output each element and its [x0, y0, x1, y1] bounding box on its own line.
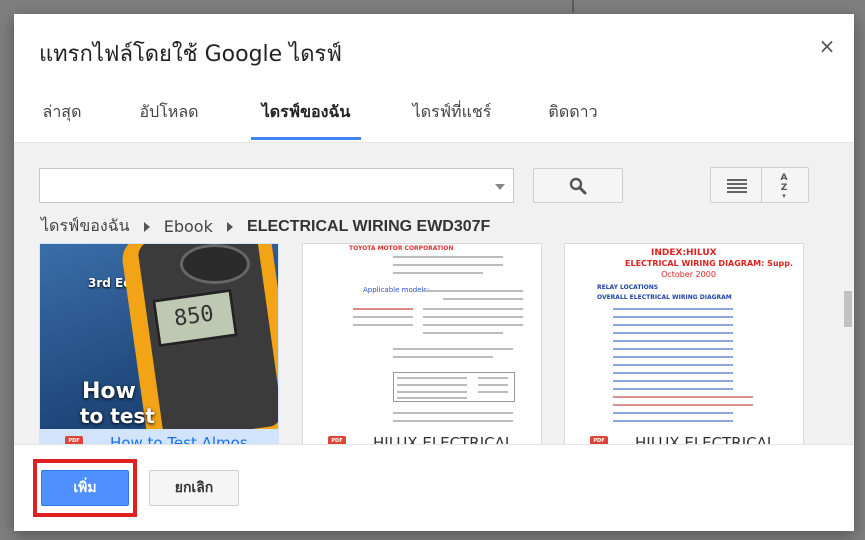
thumb-text: RELAY LOCATIONS: [597, 284, 659, 291]
thumb-text: October 2000: [661, 270, 716, 279]
doc-line: [613, 396, 753, 398]
close-icon[interactable]: ×: [817, 36, 837, 56]
file-card[interactable]: 3rd Edition 850 How to test PDF How to T…: [39, 243, 279, 444]
search-button[interactable]: [533, 168, 623, 203]
doc-line: [613, 388, 733, 390]
doc-line: [353, 324, 413, 326]
file-name: How to Test Almos: [110, 434, 248, 444]
list-view-icon: [727, 179, 747, 193]
doc-line: [393, 272, 483, 274]
doc-line: [423, 324, 523, 326]
doc-line: [613, 412, 733, 414]
doc-line: [393, 420, 513, 422]
doc-line: [613, 324, 733, 326]
doc-line: [423, 316, 523, 318]
doc-line: [353, 308, 413, 310]
breadcrumb-current-folder: ELECTRICAL WIRING EWD307F: [247, 217, 491, 235]
search-field[interactable]: [39, 168, 514, 203]
list-view-button[interactable]: [710, 167, 762, 203]
doc-line: [613, 420, 733, 422]
pdf-icon: PDF: [65, 436, 83, 444]
doc-line: [613, 340, 733, 342]
pdf-icon: PDF: [590, 436, 608, 444]
file-card[interactable]: INDEX:HILUX ELECTRICAL WIRING DIAGRAM: S…: [564, 243, 804, 444]
file-thumbnail: 3rd Edition 850 How to test: [40, 244, 278, 429]
thumb-text: to test: [80, 404, 155, 428]
doc-line: [613, 404, 753, 406]
thumb-text: INDEX:HILUX: [651, 248, 717, 258]
doc-line: [613, 372, 733, 374]
chevron-down-icon[interactable]: [495, 184, 505, 190]
tab-shared-drives[interactable]: ไดรฟ์ที่แชร์: [410, 92, 494, 144]
doc-line: [423, 308, 523, 310]
insert-button[interactable]: เพิ่ม: [41, 470, 129, 506]
thumb-text: ELECTRICAL WIRING DIAGRAM: Supp.: [625, 259, 794, 268]
file-label: PDF HILUX ELECTRICAL: [565, 430, 803, 444]
thumb-text: Applicable models:: [363, 286, 430, 294]
doc-line: [393, 256, 503, 258]
doc-line: [393, 412, 513, 414]
scrollbar-track[interactable]: [842, 243, 854, 444]
search-input[interactable]: [40, 169, 480, 202]
background-divider: [572, 0, 574, 12]
file-card[interactable]: TOYOTA MOTOR CORPORATION Applicable mode…: [302, 243, 542, 444]
doc-line: [423, 290, 523, 292]
file-label: PDF How to Test Almos: [40, 430, 278, 444]
dialog-title: แทรกไฟล์โดยใช้ Google ไดรฟ์: [39, 42, 342, 67]
cancel-button[interactable]: ยกเลิก: [149, 470, 239, 506]
doc-line: [613, 380, 733, 382]
breadcrumb-my-drive[interactable]: ไดรฟ์ของฉัน: [41, 214, 130, 239]
file-name: HILUX ELECTRICAL: [373, 434, 514, 444]
tab-starred[interactable]: ติดดาว: [547, 92, 599, 144]
scrollbar-thumb[interactable]: [844, 291, 852, 327]
doc-line: [393, 356, 493, 358]
search-icon: [569, 177, 587, 195]
dialog-footer: [14, 444, 854, 531]
doc-line: [613, 364, 733, 366]
insert-file-dialog: แทรกไฟล์โดยใช้ Google ไดรฟ์ × ล่าสุด อัป…: [14, 14, 854, 531]
breadcrumb-ebook[interactable]: Ebook: [164, 217, 213, 236]
doc-line: [613, 308, 733, 310]
doc-line: [423, 332, 503, 334]
tab-bar: ล่าสุด อัปโหลด ไดรฟ์ของฉัน ไดรฟ์ที่แชร์ …: [14, 92, 854, 144]
doc-line: [613, 316, 733, 318]
pdf-icon: PDF: [328, 436, 346, 444]
sort-button[interactable]: A Z ▾: [761, 167, 809, 203]
tab-recent[interactable]: ล่าสุด: [41, 92, 83, 144]
doc-line: [393, 264, 503, 266]
doc-line: [613, 348, 733, 350]
chevron-right-icon: [226, 221, 233, 232]
file-thumbnail: INDEX:HILUX ELECTRICAL WIRING DIAGRAM: S…: [565, 244, 803, 429]
chevron-right-icon: [143, 221, 150, 232]
thumb-text: TOYOTA MOTOR CORPORATION: [349, 245, 454, 252]
thumb-text: How: [82, 379, 136, 404]
file-name: HILUX ELECTRICAL: [635, 434, 776, 444]
tab-upload[interactable]: อัปโหลด: [136, 92, 202, 144]
sort-az-icon: A Z ▾: [780, 173, 788, 200]
doc-line: [613, 332, 733, 334]
doc-table: [393, 372, 515, 402]
thumb-text: OVERALL ELECTRICAL WIRING DIAGRAM: [597, 294, 732, 301]
file-thumbnail: TOYOTA MOTOR CORPORATION Applicable mode…: [303, 244, 541, 429]
file-grid: 3rd Edition 850 How to test PDF How to T…: [14, 243, 842, 444]
doc-line: [353, 316, 413, 318]
tab-my-drive[interactable]: ไดรฟ์ของฉัน: [251, 92, 361, 144]
doc-line: [613, 356, 733, 358]
doc-line: [443, 298, 523, 300]
file-label: PDF HILUX ELECTRICAL: [303, 430, 541, 444]
doc-line: [393, 348, 513, 350]
breadcrumb: ไดรฟ์ของฉัน Ebook ELECTRICAL WIRING EWD3…: [41, 214, 490, 236]
